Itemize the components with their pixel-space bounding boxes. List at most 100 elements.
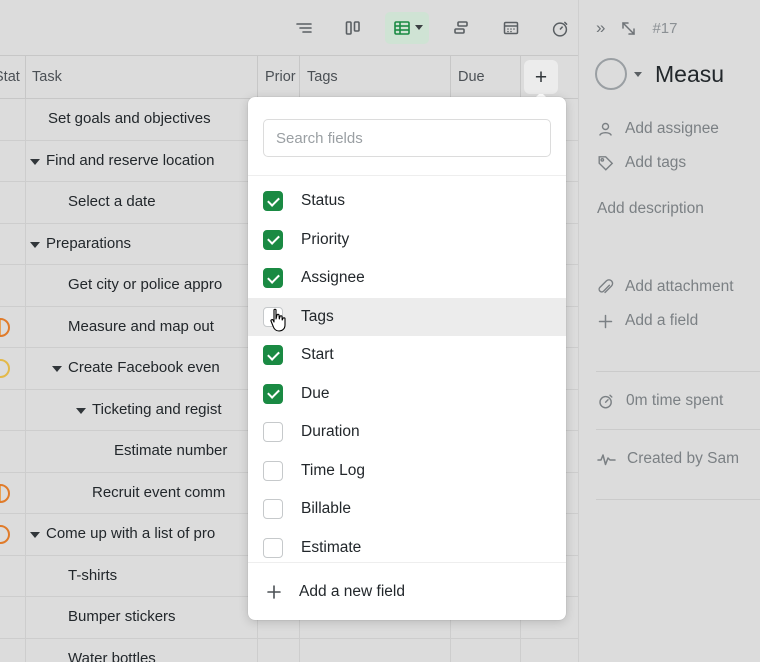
field-option-assignee[interactable]: Assignee	[248, 259, 566, 298]
add-tags-label: Add tags	[625, 154, 687, 171]
add-attachment-label: Add attachment	[625, 278, 734, 295]
gantt-view-icon[interactable]	[443, 12, 479, 44]
table-view-icon[interactable]	[385, 11, 430, 44]
board-view-icon[interactable]	[336, 12, 372, 44]
field-option-label: Duration	[301, 423, 360, 441]
status-indicator[interactable]	[0, 317, 10, 337]
field-option-label: Assignee	[301, 269, 365, 287]
field-search-wrap	[248, 97, 566, 175]
checkbox[interactable]	[263, 191, 283, 212]
column-header-task[interactable]: Task	[32, 69, 252, 85]
field-option-start[interactable]: Start	[248, 336, 566, 375]
task-name[interactable]: Recruit event comm	[92, 484, 225, 501]
status-indicator[interactable]	[0, 525, 10, 544]
checkbox[interactable]	[263, 229, 283, 250]
task-name[interactable]: Create Facebook even	[68, 359, 220, 376]
task-name[interactable]: Measure and map out	[68, 318, 214, 335]
mouse-cursor-pointer	[270, 308, 286, 332]
expand-toggle-icon[interactable]	[30, 241, 40, 248]
stopwatch-icon	[597, 392, 615, 410]
field-option-tags[interactable]: Tags	[248, 297, 566, 336]
task-status-circle[interactable]	[595, 58, 627, 90]
add-field-label: Add a field	[625, 312, 699, 329]
task-name[interactable]: Preparations	[46, 235, 131, 252]
activity-pulse-icon	[597, 451, 616, 468]
task-name[interactable]: T-shirts	[68, 567, 117, 584]
table-row[interactable]: Water bottles	[0, 638, 578, 662]
task-name[interactable]: Set goals and objectives	[48, 110, 211, 127]
checkbox[interactable]	[263, 383, 283, 404]
field-list[interactable]: Status Priority Assignee Tags Start Due Durati…	[248, 175, 566, 562]
status-chevron-down-icon[interactable]	[634, 71, 642, 77]
checkbox[interactable]	[263, 537, 283, 558]
task-name[interactable]: Estimate number	[114, 442, 227, 459]
column-header-status[interactable]: Stat	[0, 69, 24, 85]
task-name[interactable]: Water bottles	[68, 650, 156, 662]
task-title-row: Measu	[579, 38, 760, 90]
field-option-time-log[interactable]: Time Log	[248, 452, 566, 491]
checkbox[interactable]	[263, 345, 283, 366]
app-root: Stat Task Prior Tags Due + Set goals and…	[0, 0, 760, 662]
add-description-button[interactable]: Add description	[579, 192, 760, 226]
field-option-duration[interactable]: Duration	[248, 413, 566, 452]
checkbox[interactable]	[263, 268, 283, 289]
column-header-due[interactable]: Due	[458, 69, 516, 85]
task-name[interactable]: Bumper stickers	[68, 608, 176, 625]
status-indicator[interactable]	[0, 359, 10, 378]
add-field-button[interactable]: Add a field	[579, 304, 760, 338]
list-view-icon[interactable]	[286, 12, 322, 44]
field-option-label: Billable	[301, 500, 351, 518]
plus-icon	[597, 313, 614, 330]
task-name[interactable]: Find and reserve location	[46, 152, 214, 169]
panel-divider	[596, 499, 760, 500]
task-name[interactable]: Come up with a list of pro	[46, 525, 215, 542]
paperclip-icon	[597, 278, 614, 296]
timer-icon[interactable]	[542, 12, 578, 44]
collapse-panel-icon[interactable]: »	[596, 18, 605, 38]
field-option-due[interactable]: Due	[248, 375, 566, 414]
expand-toggle-icon[interactable]	[30, 532, 40, 538]
field-option-priority[interactable]: Priority	[248, 221, 566, 260]
field-option-label: Due	[301, 384, 330, 402]
expand-toggle-icon[interactable]	[52, 366, 62, 372]
status-indicator[interactable]	[0, 483, 10, 503]
field-option-billable[interactable]: Billable	[248, 490, 566, 529]
add-column-button[interactable]: +	[524, 60, 558, 94]
field-option-estimate[interactable]: Estimate	[248, 529, 566, 563]
field-picker-popup: Status Priority Assignee Tags Start Due Durati…	[248, 97, 566, 620]
checkbox[interactable]	[263, 422, 283, 443]
detail-panel-header: » #17	[579, 0, 760, 38]
add-new-field-button[interactable]: Add a new field	[248, 562, 566, 620]
column-header-tags[interactable]: Tags	[307, 69, 447, 85]
task-title[interactable]: Measu	[655, 61, 724, 88]
task-name[interactable]: Select a date	[68, 193, 156, 210]
add-tags-button[interactable]: Add tags	[579, 146, 760, 180]
created-by-label: Created by Sam	[627, 450, 739, 467]
user-icon	[597, 121, 614, 138]
task-name[interactable]: Get city or police appro	[68, 276, 222, 293]
expand-toggle-icon[interactable]	[76, 407, 86, 414]
add-assignee-button[interactable]: Add assignee	[579, 112, 760, 146]
checkbox[interactable]	[263, 499, 283, 520]
task-id: #17	[652, 19, 678, 37]
checkbox[interactable]	[263, 460, 283, 481]
field-option-label: Priority	[301, 230, 350, 248]
plus-icon	[265, 583, 283, 601]
field-option-status[interactable]: Status	[248, 182, 566, 221]
add-description-label: Add description	[597, 200, 704, 217]
task-detail-panel: » #17 Measu Add assignee Add tags Add de…	[578, 0, 760, 662]
field-option-label: Tags	[301, 307, 334, 325]
column-header-priority[interactable]: Prior	[265, 69, 299, 85]
field-option-label: Time Log	[301, 461, 366, 479]
add-attachment-button[interactable]: Add attachment	[579, 270, 760, 304]
expand-icon[interactable]	[620, 20, 637, 37]
chevron-down-icon[interactable]	[414, 25, 423, 30]
calendar-view-icon[interactable]	[493, 12, 529, 44]
expand-toggle-icon[interactable]	[30, 158, 40, 165]
add-assignee-label: Add assignee	[625, 120, 719, 137]
created-by-row[interactable]: Created by Sam	[579, 442, 760, 476]
task-name[interactable]: Ticketing and regist	[92, 401, 222, 418]
search-input[interactable]	[263, 119, 551, 157]
add-new-field-label: Add a new field	[299, 582, 405, 600]
time-spent-row[interactable]: 0m time spent	[579, 384, 760, 418]
